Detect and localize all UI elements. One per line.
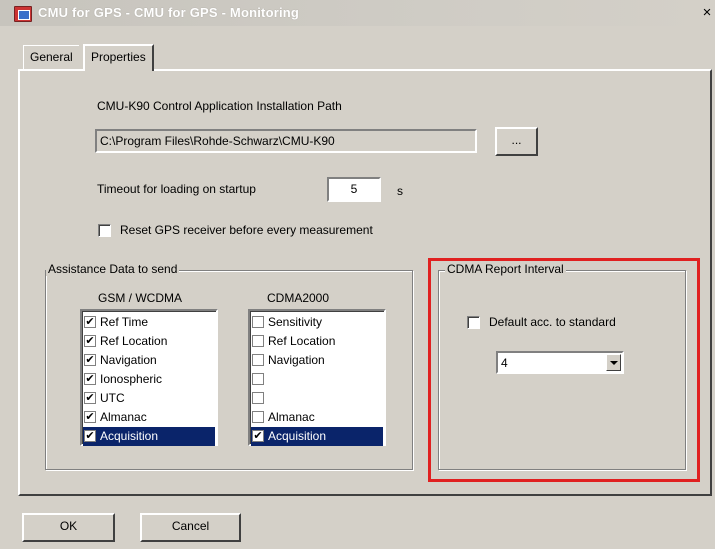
timeout-unit: s (397, 184, 403, 198)
timeout-label: Timeout for loading on startup (97, 182, 256, 196)
list-item[interactable]: ✔ Ref Time (83, 313, 215, 332)
checkbox-unchecked[interactable] (252, 373, 264, 385)
checkbox-checked[interactable]: ✔ (84, 430, 96, 442)
list-item[interactable]: ✔ Navigation (83, 351, 215, 370)
install-path-field[interactable]: C:\Program Files\Rohde-Schwarz\CMU-K90 (95, 129, 477, 153)
cancel-button[interactable]: Cancel (140, 513, 241, 542)
checkbox-checked[interactable]: ✔ (252, 430, 264, 442)
checkbox-unchecked[interactable] (252, 354, 264, 366)
browse-button[interactable]: ... (495, 127, 538, 156)
app-icon (14, 6, 32, 22)
checkbox-checked[interactable]: ✔ (84, 392, 96, 404)
list-item[interactable]: ✔ Ionospheric (83, 370, 215, 389)
checkbox-unchecked[interactable] (252, 392, 264, 404)
list-item-selected[interactable]: ✔ Acquisition (83, 427, 215, 446)
window-title: CMU for GPS - CMU for GPS - Monitoring (38, 5, 300, 20)
cdma2000-header: CDMA2000 (267, 291, 330, 305)
checkbox-checked[interactable]: ✔ (84, 373, 96, 385)
list-item[interactable]: Almanac (251, 408, 383, 427)
list-item[interactable] (251, 370, 383, 389)
list-item[interactable]: ✔ Almanac (83, 408, 215, 427)
timeout-input[interactable]: 5 (327, 177, 381, 202)
reset-gps-checkbox[interactable] (98, 224, 111, 237)
gsm-header: GSM / WCDMA (98, 291, 182, 305)
checkbox-unchecked[interactable] (252, 411, 264, 423)
list-item[interactable]: Navigation (251, 351, 383, 370)
close-button[interactable]: × (700, 4, 714, 22)
list-item[interactable]: ✔ UTC (83, 389, 215, 408)
list-item[interactable]: ✔ Ref Location (83, 332, 215, 351)
checkbox-checked[interactable]: ✔ (84, 354, 96, 366)
highlight-box (428, 258, 700, 482)
tab-properties[interactable]: Properties (83, 44, 154, 71)
checkbox-checked[interactable]: ✔ (84, 335, 96, 347)
install-path-label: CMU-K90 Control Application Installation… (97, 99, 342, 113)
ok-button[interactable]: OK (22, 513, 115, 542)
gsm-list[interactable]: ✔ Ref Time ✔ Ref Location ✔ Navigation ✔ Ion… (80, 309, 218, 446)
reset-gps-label: Reset GPS receiver before every measurem… (120, 223, 373, 237)
tab-general[interactable]: General (23, 45, 79, 69)
list-item[interactable] (251, 389, 383, 408)
assistance-group-title: Assistance Data to send (46, 262, 180, 276)
checkbox-unchecked[interactable] (252, 316, 264, 328)
checkbox-checked[interactable]: ✔ (84, 411, 96, 423)
title-bar: CMU for GPS - CMU for GPS - Monitoring × (0, 0, 715, 26)
list-item-selected[interactable]: ✔ Acquisition (251, 427, 383, 446)
checkbox-checked[interactable]: ✔ (84, 316, 96, 328)
list-item[interactable]: Ref Location (251, 332, 383, 351)
install-path-value: C:\Program Files\Rohde-Schwarz\CMU-K90 (100, 134, 335, 148)
cdma2000-list[interactable]: Sensitivity Ref Location Navigation Alma… (248, 309, 386, 446)
checkbox-unchecked[interactable] (252, 335, 264, 347)
list-item[interactable]: Sensitivity (251, 313, 383, 332)
